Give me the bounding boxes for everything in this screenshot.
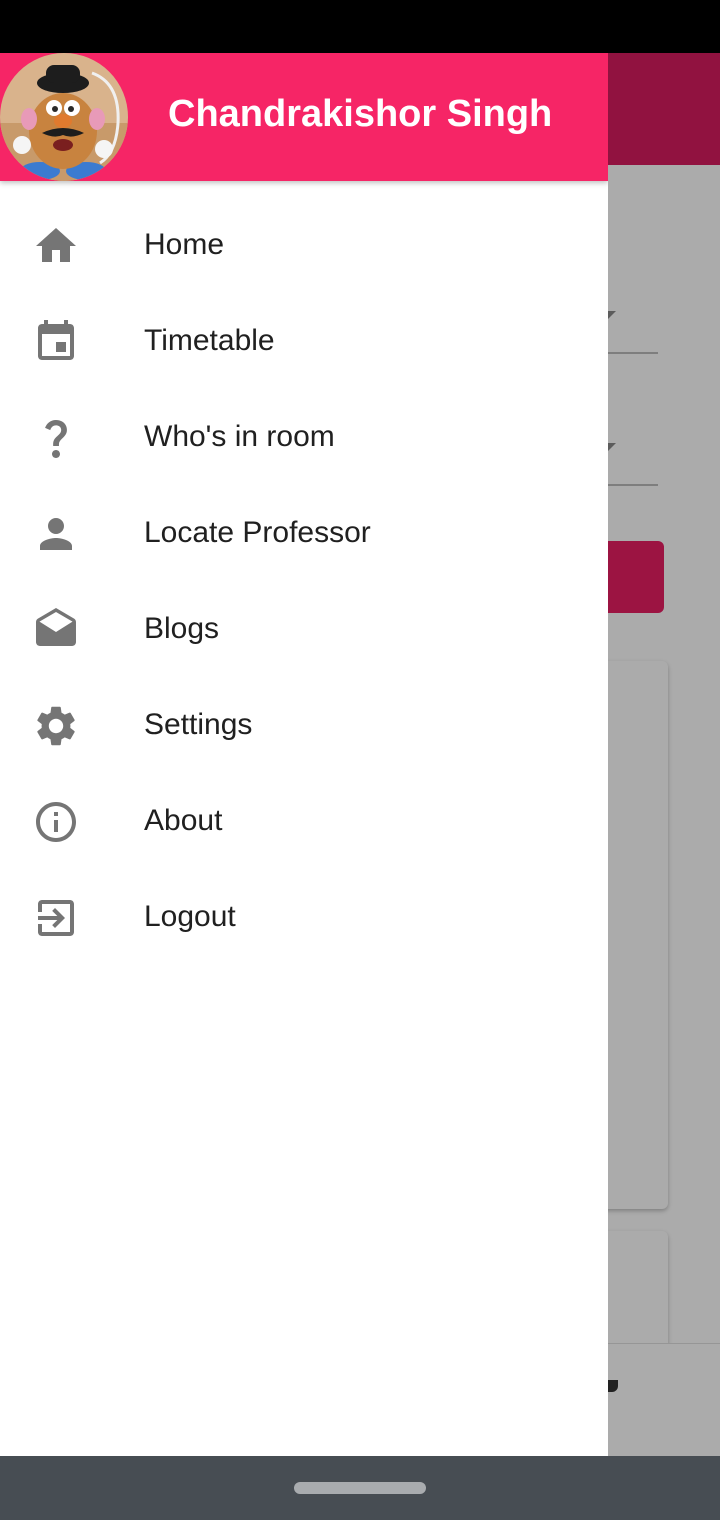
- help-icon: [32, 414, 80, 462]
- menu-item-about[interactable]: About: [0, 774, 608, 870]
- menu-item-locate-professor[interactable]: Locate Professor: [0, 486, 608, 582]
- info-icon: [32, 798, 80, 846]
- user-name: Chandrakishor Singh: [168, 93, 553, 135]
- drawer-header: Chandrakishor Singh: [0, 53, 608, 181]
- system-navigation-bar: [0, 1456, 720, 1520]
- menu-item-whos-in-room[interactable]: Who's in room: [0, 390, 608, 486]
- menu-item-label: Home: [144, 228, 225, 261]
- home-gesture-handle[interactable]: [294, 1482, 426, 1494]
- menu-item-logout[interactable]: Logout: [0, 870, 608, 966]
- status-bar: [0, 0, 720, 53]
- menu-item-home[interactable]: Home: [0, 198, 608, 294]
- home-icon: [32, 222, 80, 270]
- menu-item-label: Timetable: [144, 324, 275, 357]
- gear-icon: [32, 702, 80, 750]
- navigation-drawer: Chandrakishor Singh Home Timetable Who's…: [0, 53, 608, 1456]
- menu-item-label: Who's in room: [144, 420, 335, 453]
- drawer-menu: Home Timetable Who's in room Locate Prof…: [0, 198, 608, 966]
- exit-icon: [32, 894, 80, 942]
- calendar-icon: [32, 318, 80, 366]
- menu-item-timetable[interactable]: Timetable: [0, 294, 608, 390]
- menu-item-settings[interactable]: Settings: [0, 678, 608, 774]
- menu-item-label: Blogs: [144, 612, 220, 645]
- drafts-icon: [32, 606, 80, 654]
- person-icon: [32, 510, 80, 558]
- menu-item-blogs[interactable]: Blogs: [0, 582, 608, 678]
- menu-item-label: Settings: [144, 708, 253, 741]
- menu-item-label: Logout: [144, 900, 236, 933]
- menu-item-label: About: [144, 804, 223, 837]
- menu-item-label: Locate Professor: [144, 516, 371, 549]
- avatar[interactable]: [0, 53, 128, 181]
